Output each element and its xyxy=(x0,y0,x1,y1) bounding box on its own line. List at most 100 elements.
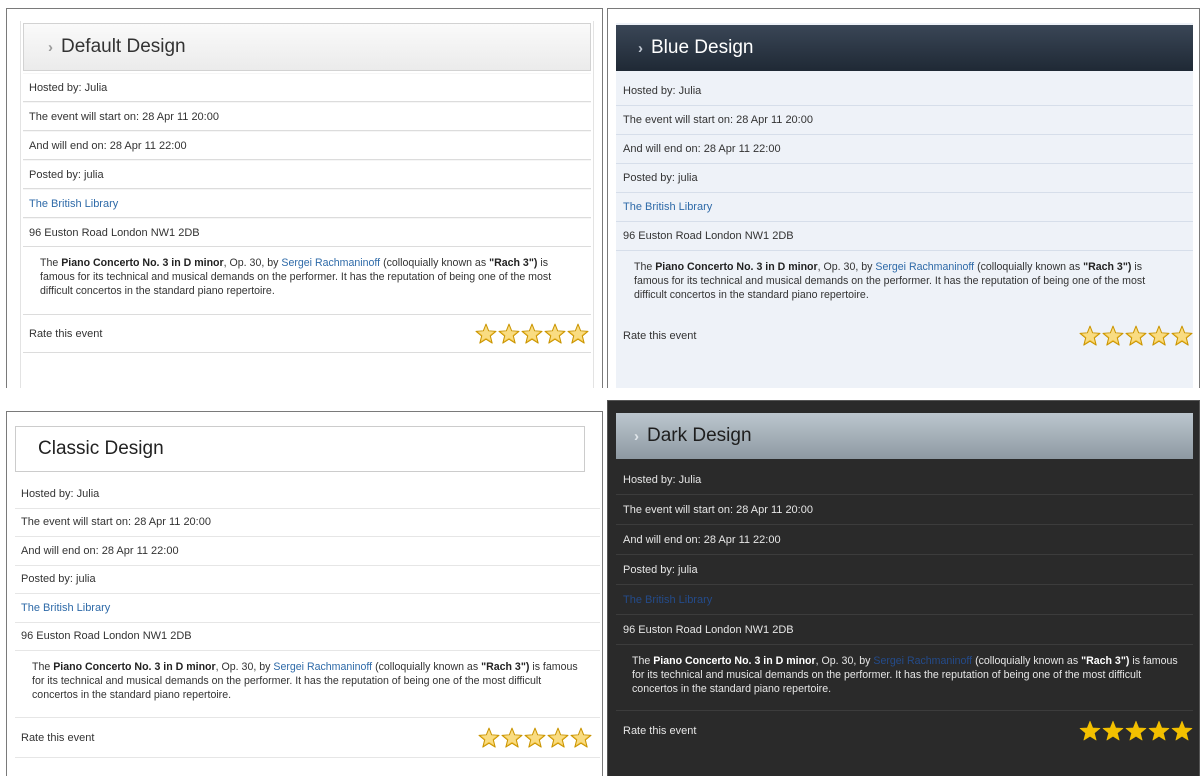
address: 96 Euston Road London NW1 2DB xyxy=(616,615,1193,645)
event-card: Classic Design Hosted by: Julia The even… xyxy=(15,424,600,776)
event-end: And will end on: 28 Apr 11 22:00 xyxy=(23,131,591,160)
rating-row: Rate this event xyxy=(616,315,1193,357)
desc-text: (colloquially known as xyxy=(380,257,490,269)
star-icon[interactable] xyxy=(1171,720,1193,742)
desc-text: , Op. 30, by xyxy=(215,661,274,673)
event-description: The Piano Concerto No. 3 in D minor, Op.… xyxy=(616,251,1193,315)
desc-text: The xyxy=(32,661,54,673)
venue-row: The British Library xyxy=(15,594,600,623)
card-header: › Blue Design xyxy=(616,25,1193,71)
composer-link[interactable]: Sergei Rachmaninoff xyxy=(273,661,372,673)
rating-row: Rate this event xyxy=(23,315,591,353)
desc-text: The xyxy=(634,261,656,273)
star-icon[interactable] xyxy=(544,323,566,345)
event-description: The Piano Concerto No. 3 in D minor, Op.… xyxy=(616,645,1193,711)
star-icon[interactable] xyxy=(567,323,589,345)
venue-row: The British Library xyxy=(23,189,591,218)
posted-by: Posted by: julia xyxy=(616,555,1193,585)
desc-text: (colloquially known as xyxy=(972,655,1082,667)
star-icon[interactable] xyxy=(524,727,546,749)
event-description: The Piano Concerto No. 3 in D minor, Op.… xyxy=(15,651,600,718)
star-icon[interactable] xyxy=(1171,325,1193,347)
star-icon[interactable] xyxy=(1125,325,1147,347)
event-end: And will end on: 28 Apr 11 22:00 xyxy=(15,537,600,566)
star-rating[interactable] xyxy=(475,323,589,345)
star-icon[interactable] xyxy=(475,323,497,345)
event-end: And will end on: 28 Apr 11 22:00 xyxy=(616,525,1193,555)
posted-by: Posted by: julia xyxy=(15,566,600,594)
card-title: Default Design xyxy=(61,36,186,57)
card-header: Classic Design xyxy=(15,426,585,472)
chevron-right-icon: › xyxy=(634,427,639,445)
star-icon[interactable] xyxy=(547,727,569,749)
event-description: The Piano Concerto No. 3 in D minor, Op.… xyxy=(23,247,591,315)
composer-link[interactable]: Sergei Rachmaninoff xyxy=(873,655,972,667)
card-title: Dark Design xyxy=(647,425,752,446)
nickname: "Rach 3") xyxy=(1083,261,1132,273)
nickname: "Rach 3") xyxy=(489,257,538,269)
piece-name: Piano Concerto No. 3 in D minor xyxy=(655,261,818,273)
star-icon[interactable] xyxy=(501,727,523,749)
desc-text: , Op. 30, by xyxy=(817,261,876,273)
hosted-by: Hosted by: Julia xyxy=(23,73,591,102)
rate-label: Rate this event xyxy=(21,731,95,744)
desc-text: (colloquially known as xyxy=(372,661,482,673)
star-icon[interactable] xyxy=(1102,325,1124,347)
desc-text: , Op. 30, by xyxy=(815,655,874,667)
event-start: The event will start on: 28 Apr 11 20:00 xyxy=(616,106,1193,135)
star-icon[interactable] xyxy=(570,727,592,749)
hosted-by: Hosted by: Julia xyxy=(616,77,1193,106)
rating-row: Rate this event xyxy=(616,711,1193,751)
composer-link[interactable]: Sergei Rachmaninoff xyxy=(875,261,974,273)
event-end: And will end on: 28 Apr 11 22:00 xyxy=(616,135,1193,164)
classic-design-panel: Classic Design Hosted by: Julia The even… xyxy=(6,411,603,776)
address: 96 Euston Road London NW1 2DB xyxy=(23,218,591,247)
venue-row: The British Library xyxy=(616,585,1193,615)
venue-link[interactable]: The British Library xyxy=(623,594,712,606)
nickname: "Rach 3") xyxy=(481,661,530,673)
star-icon[interactable] xyxy=(1079,325,1101,347)
venue-link[interactable]: The British Library xyxy=(623,201,712,213)
rate-label: Rate this event xyxy=(623,330,697,342)
dark-design-panel: › Dark Design Hosted by: Julia The event… xyxy=(607,400,1200,776)
star-rating[interactable] xyxy=(1079,720,1193,742)
rating-row: Rate this event xyxy=(15,718,600,758)
piece-name: Piano Concerto No. 3 in D minor xyxy=(653,655,816,667)
desc-text: , Op. 30, by xyxy=(223,257,282,269)
event-start: The event will start on: 28 Apr 11 20:00 xyxy=(15,509,600,537)
rate-label: Rate this event xyxy=(29,327,103,340)
event-start: The event will start on: 28 Apr 11 20:00 xyxy=(616,495,1193,525)
event-card: › Dark Design Hosted by: Julia The event… xyxy=(616,411,1193,776)
star-icon[interactable] xyxy=(478,727,500,749)
star-icon[interactable] xyxy=(1148,325,1170,347)
hosted-by: Hosted by: Julia xyxy=(15,480,600,509)
desc-text: The xyxy=(40,257,62,269)
event-card: › Default Design Hosted by: Julia The ev… xyxy=(20,21,594,388)
event-start: The event will start on: 28 Apr 11 20:00 xyxy=(23,102,591,131)
star-icon[interactable] xyxy=(1079,720,1101,742)
default-design-panel: › Default Design Hosted by: Julia The ev… xyxy=(6,8,603,388)
nickname: "Rach 3") xyxy=(1081,655,1130,667)
event-card: › Blue Design Hosted by: Julia The event… xyxy=(616,23,1193,388)
desc-text: (colloquially known as xyxy=(974,261,1084,273)
star-rating[interactable] xyxy=(478,727,592,749)
star-icon[interactable] xyxy=(1148,720,1170,742)
venue-row: The British Library xyxy=(616,193,1193,222)
venue-link[interactable]: The British Library xyxy=(29,198,118,210)
posted-by: Posted by: julia xyxy=(23,160,591,189)
composer-link[interactable]: Sergei Rachmaninoff xyxy=(281,257,380,269)
star-icon[interactable] xyxy=(1125,720,1147,742)
venue-link[interactable]: The British Library xyxy=(21,602,110,614)
star-icon[interactable] xyxy=(521,323,543,345)
address: 96 Euston Road London NW1 2DB xyxy=(15,623,600,651)
star-rating[interactable] xyxy=(1079,325,1193,347)
card-title: Classic Design xyxy=(38,438,164,459)
address: 96 Euston Road London NW1 2DB xyxy=(616,222,1193,251)
star-icon[interactable] xyxy=(1102,720,1124,742)
card-header: › Default Design xyxy=(23,23,591,71)
piece-name: Piano Concerto No. 3 in D minor xyxy=(53,661,216,673)
hosted-by: Hosted by: Julia xyxy=(616,465,1193,495)
card-title: Blue Design xyxy=(651,37,754,58)
chevron-right-icon: › xyxy=(638,39,643,57)
star-icon[interactable] xyxy=(498,323,520,345)
